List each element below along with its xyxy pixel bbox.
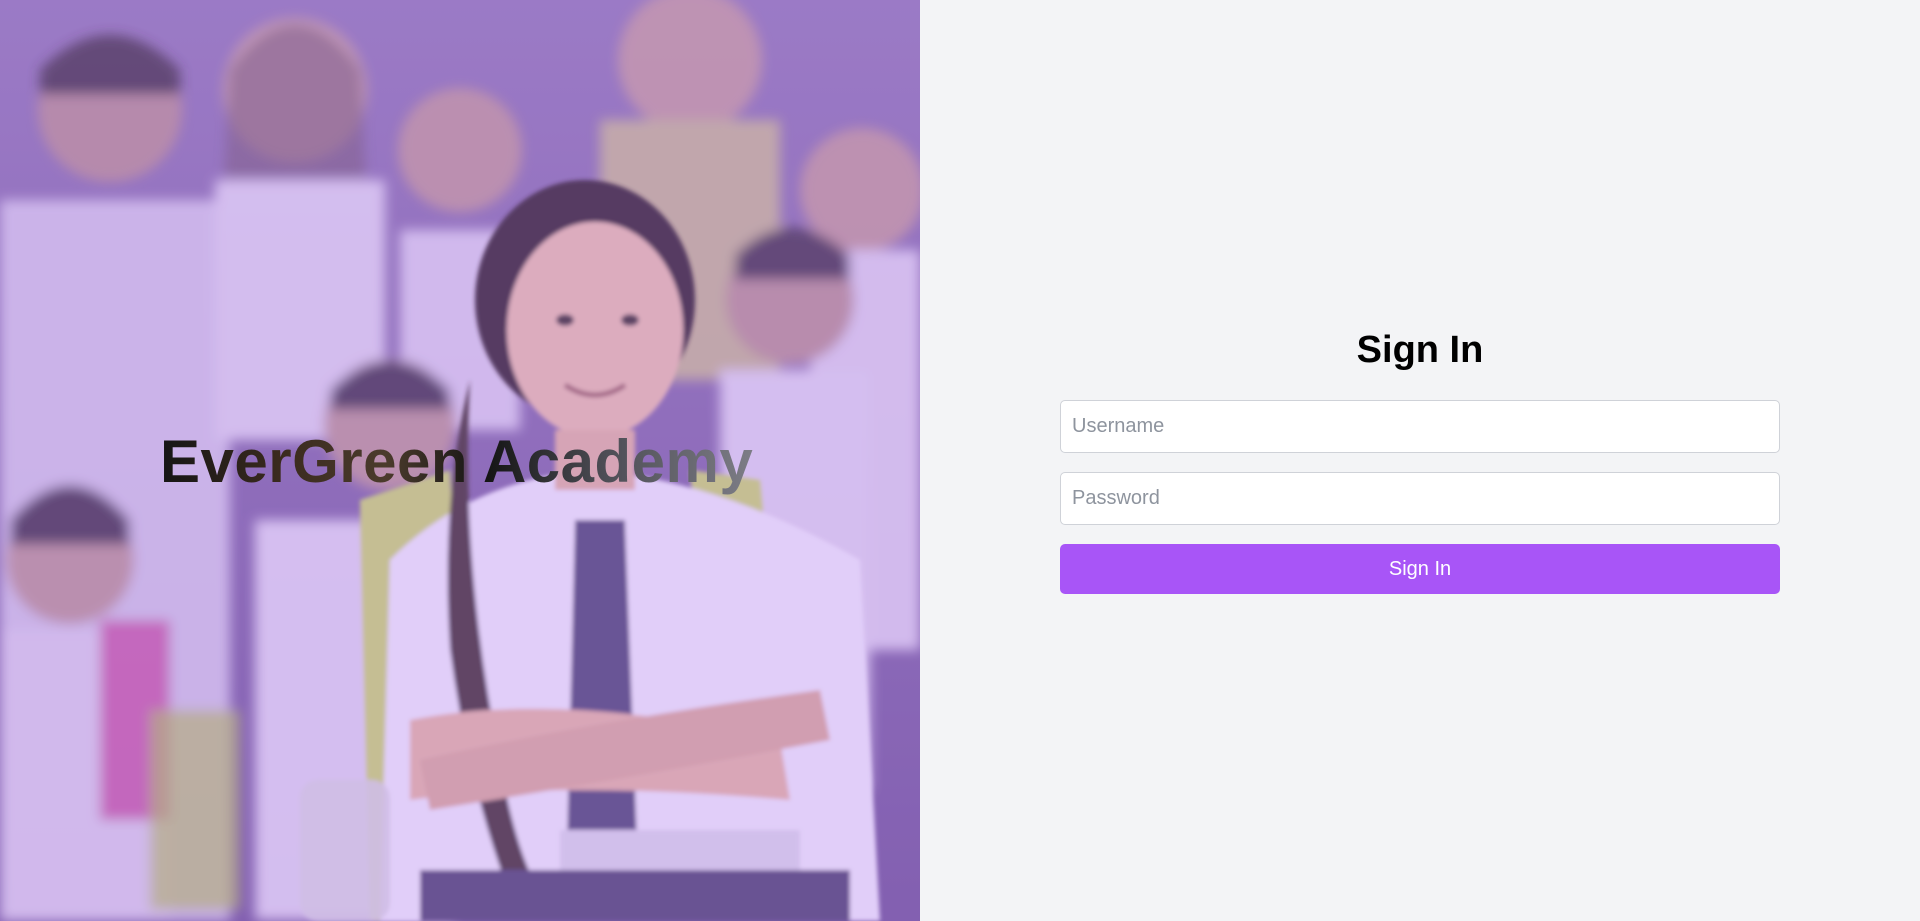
brand-title: EverGreen Academy xyxy=(160,426,753,498)
sign-in-panel: Sign In Sign In xyxy=(920,0,1920,921)
page: EverGreen Academy Sign In Sign In xyxy=(0,0,1920,921)
sign-in-heading: Sign In xyxy=(1356,329,1484,371)
hero-panel: EverGreen Academy xyxy=(0,0,920,921)
sign-in-button[interactable]: Sign In xyxy=(1060,544,1780,594)
password-input[interactable] xyxy=(1060,472,1780,525)
sign-in-form: Sign In Sign In xyxy=(1060,324,1780,594)
username-input[interactable] xyxy=(1060,400,1780,453)
